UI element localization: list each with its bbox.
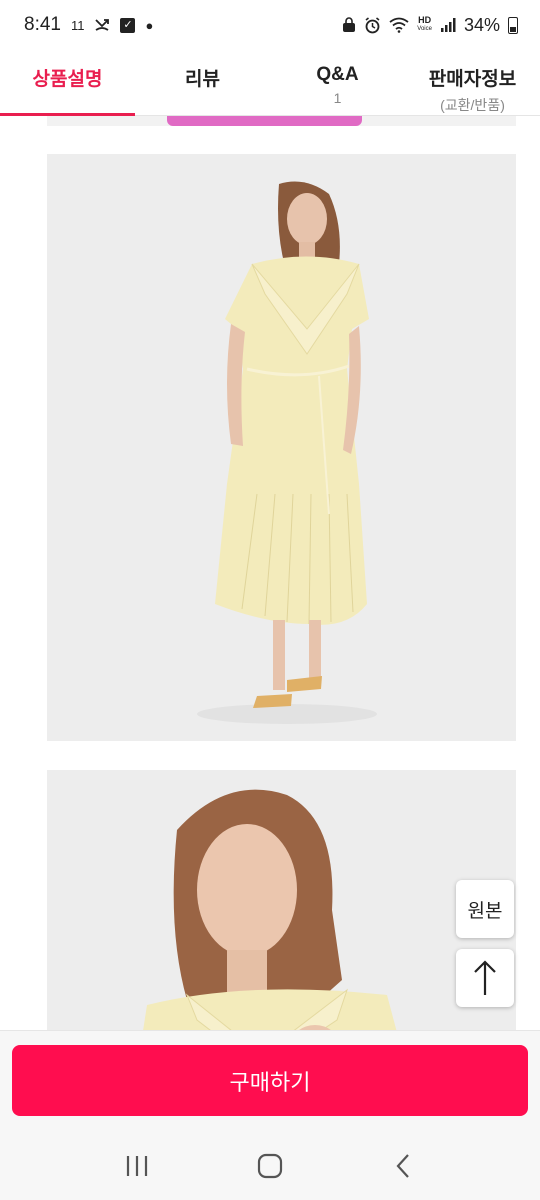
- system-nav-bar: [0, 1132, 540, 1200]
- recent-apps-icon: [126, 1156, 147, 1176]
- purchase-bar: 구매하기: [0, 1030, 540, 1132]
- wifi-icon: [389, 16, 409, 34]
- tab-label: Q&A: [316, 64, 359, 85]
- model-full-length-illustration: [47, 154, 516, 741]
- tab-label: 판매자정보: [428, 69, 517, 90]
- home-button[interactable]: [240, 1141, 300, 1191]
- buy-button[interactable]: 구매하기: [12, 1045, 528, 1116]
- detail-tab-bar: 상품설명 리뷰 Q&A 1 판매자정보 (교환/반품): [0, 50, 540, 116]
- home-icon: [257, 1153, 283, 1179]
- back-button[interactable]: [373, 1141, 433, 1191]
- pink-dress-hem: [167, 116, 362, 126]
- tab-sub-label: (교환/반품): [440, 97, 505, 113]
- lock-icon: [342, 16, 356, 34]
- status-time: 8:41: [24, 14, 61, 35]
- tab-product-description[interactable]: 상품설명: [0, 50, 135, 116]
- status-bar: 8:41 11 ✓ ● HD Voice 34%: [0, 0, 540, 50]
- tab-count: 1: [333, 90, 342, 106]
- notification-count-icon: 11: [70, 17, 85, 33]
- arrow-up-icon: [474, 960, 496, 995]
- tab-qna[interactable]: Q&A 1: [270, 50, 405, 115]
- battery-icon: [508, 16, 518, 34]
- signal-icon: [440, 16, 456, 34]
- tab-label: 상품설명: [32, 69, 103, 90]
- view-original-button[interactable]: 원본: [456, 880, 514, 938]
- view-original-label: 원본: [467, 900, 503, 922]
- previous-product-image: [47, 116, 516, 126]
- tab-label: 리뷰: [185, 69, 220, 90]
- recent-apps-button[interactable]: [107, 1141, 167, 1191]
- task-check-icon: ✓: [120, 17, 136, 33]
- product-photo-full-length: [47, 154, 516, 741]
- scroll-to-top-button[interactable]: [456, 949, 514, 1007]
- tab-reviews[interactable]: 리뷰: [135, 50, 270, 115]
- alarm-icon: [364, 16, 381, 34]
- missed-call-icon: [94, 16, 110, 34]
- product-photo-close-up: [47, 770, 516, 1030]
- model-close-up-illustration: [47, 770, 516, 1030]
- back-icon: [396, 1154, 410, 1178]
- battery-percent: 34%: [463, 14, 500, 35]
- hd-voice-icon: HD Voice: [417, 16, 432, 34]
- hd-sub-label: Voice: [417, 26, 432, 32]
- dot-icon: ●: [145, 17, 154, 33]
- hd-label: HD: [418, 15, 432, 25]
- tab-seller-info[interactable]: 판매자정보 (교환/반품): [405, 50, 540, 115]
